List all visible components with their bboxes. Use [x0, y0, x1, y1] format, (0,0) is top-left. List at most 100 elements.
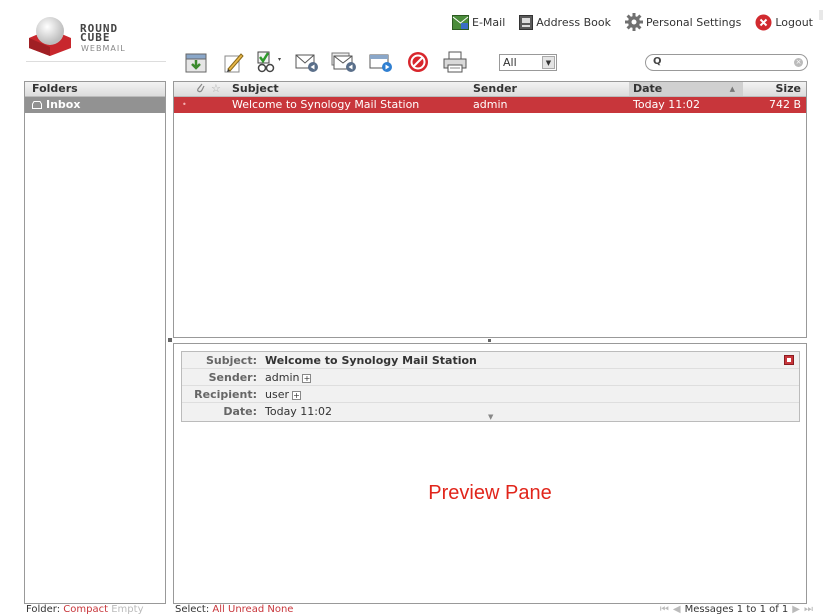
previous-page-icon[interactable]: ◀ — [673, 604, 681, 615]
address-book-icon — [519, 14, 534, 30]
header-sender-label: Sender: — [208, 371, 257, 384]
select-all-link[interactable]: All — [212, 604, 224, 615]
check-mail-button[interactable] — [183, 49, 209, 75]
vertical-splitter-handle[interactable] — [168, 338, 172, 342]
search-icon: Q — [653, 56, 662, 67]
folder-item-label: Inbox — [46, 98, 81, 111]
folder-pane: Folders Inbox — [24, 81, 166, 604]
taskbar-email[interactable]: E-Mail — [452, 14, 506, 30]
header-sender-value: admin + — [265, 370, 312, 386]
logo-divider — [26, 61, 166, 62]
compose-icon — [224, 53, 244, 73]
header-sender-row: Sender: admin + — [182, 370, 799, 386]
header-recipient-value: user + — [265, 387, 301, 403]
header-subject-label: Subject: — [205, 354, 257, 367]
select-footer-label: Select: — [175, 604, 210, 615]
delete-button[interactable] — [405, 49, 431, 75]
select-none-link[interactable]: None — [267, 604, 293, 615]
message-count-footer: ⏮ ◀ Messages 1 to 1 of 1 ▶ ⏭ — [660, 604, 813, 615]
message-subject: Welcome to Synology Mail Station — [232, 98, 420, 111]
recipient-address: user — [265, 388, 289, 401]
header-recipient-row: Recipient: user + — [182, 387, 799, 403]
print-icon — [443, 51, 467, 73]
reply-icon — [295, 54, 318, 72]
logo-wordmark: ROUND CUBE — [80, 22, 119, 44]
attachment-icon — [196, 82, 205, 97]
inbox-icon — [32, 101, 42, 109]
search-input[interactable]: Q × — [645, 54, 808, 71]
window-corner-mark — [819, 10, 823, 20]
folder-footer-label: Folder: — [26, 604, 61, 615]
filter-selected-value: All — [503, 56, 517, 69]
column-size[interactable]: Size — [775, 82, 801, 96]
logo-subtitle: WEBMAIL — [81, 44, 126, 53]
taskbar-personal-settings-label: Personal Settings — [645, 15, 742, 29]
message-sender: admin — [473, 98, 508, 111]
message-count: Messages 1 to 1 of 1 — [684, 604, 789, 615]
column-date-label: Date — [633, 82, 663, 95]
folder-item-inbox[interactable]: Inbox — [25, 97, 165, 113]
select-unread-link[interactable]: Unread — [228, 604, 264, 615]
collapse-headers-icon[interactable]: ▼ — [488, 413, 493, 421]
message-size: 742 B — [768, 98, 801, 111]
roundcube-logo: ROUND CUBE WEBMAIL — [26, 14, 166, 62]
flag-star-icon[interactable]: ☆ — [211, 82, 221, 96]
sort-ascending-icon: ▲ — [729, 85, 735, 93]
folder-pane-header: Folders — [25, 82, 165, 97]
preview-pane-label: Preview Pane — [428, 482, 552, 504]
select-footer: Select: All Unread None — [175, 604, 293, 615]
table-row[interactable]: • Welcome to Synology Mail Station admin… — [174, 97, 806, 113]
forward-button[interactable] — [368, 49, 394, 75]
taskbar-address-book[interactable]: Address Book — [519, 14, 611, 30]
taskbar-email-label: E-Mail — [472, 15, 506, 29]
print-button[interactable] — [442, 49, 468, 75]
taskbar-logout[interactable]: Logout — [755, 14, 813, 31]
compact-folder-link[interactable]: Compact — [63, 604, 108, 615]
unread-marker-icon: • — [182, 100, 187, 109]
column-subject[interactable]: Subject — [232, 82, 279, 96]
logout-icon — [755, 14, 772, 30]
message-date: Today 11:02 — [633, 98, 701, 111]
horizontal-splitter-handle[interactable] — [488, 339, 491, 342]
gear-icon — [624, 13, 643, 31]
taskbar: E-Mail Address Book Personal Settings Lo… — [452, 12, 813, 32]
add-contact-icon[interactable]: + — [302, 373, 312, 383]
header-subject-value: Welcome to Synology Mail Station — [265, 354, 477, 367]
header-date-value: Today 11:02 — [265, 405, 333, 418]
mark-button[interactable] — [257, 49, 283, 75]
chevron-down-icon[interactable]: ▼ — [542, 56, 555, 69]
open-in-new-window-icon[interactable] — [784, 355, 794, 365]
reply-all-button[interactable] — [331, 49, 357, 75]
sender-address: admin — [265, 371, 300, 384]
next-page-icon[interactable]: ▶ — [792, 604, 800, 615]
compose-button[interactable] — [220, 49, 246, 75]
header-recipient-label: Recipient: — [194, 388, 257, 401]
delete-icon — [408, 52, 428, 72]
empty-folder-link[interactable]: Empty — [111, 604, 143, 615]
folder-footer: Folder: Compact Empty — [26, 604, 143, 615]
taskbar-address-book-label: Address Book — [536, 15, 611, 29]
roundcube-logo-icon — [29, 17, 71, 56]
mark-icon — [257, 51, 281, 73]
first-page-icon[interactable]: ⏮ — [660, 604, 669, 615]
taskbar-personal-settings[interactable]: Personal Settings — [624, 13, 742, 31]
clear-search-icon[interactable]: × — [794, 58, 803, 67]
message-headers: Subject: Welcome to Synology Mail Statio… — [181, 351, 800, 422]
mail-toolbar — [183, 47, 468, 77]
header-subject-row: Subject: Welcome to Synology Mail Statio… — [182, 353, 799, 369]
column-date[interactable]: Date ▲ — [629, 82, 743, 96]
message-list: ☆ Subject Sender Date ▲ Size • Welcome t… — [173, 81, 807, 338]
reply-all-icon — [331, 52, 356, 72]
add-contact-icon[interactable]: + — [292, 390, 301, 400]
last-page-icon[interactable]: ⏭ — [804, 604, 813, 615]
header-date-label: Date: — [223, 405, 257, 418]
filter-select[interactable]: All ▼ — [499, 54, 557, 71]
taskbar-logout-label: Logout — [775, 15, 813, 29]
forward-icon — [369, 54, 392, 72]
column-sender[interactable]: Sender — [473, 82, 517, 96]
check-mail-icon — [185, 53, 207, 73]
preview-pane: Subject: Welcome to Synology Mail Statio… — [173, 343, 807, 604]
message-list-header: ☆ Subject Sender Date ▲ Size — [174, 82, 806, 97]
mail-icon — [452, 14, 469, 30]
reply-button[interactable] — [294, 49, 320, 75]
